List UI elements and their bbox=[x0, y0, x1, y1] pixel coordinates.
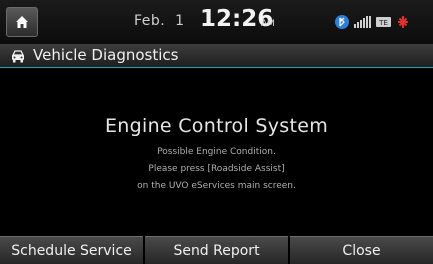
action-bar: Schedule Service Send Report Close bbox=[0, 236, 433, 264]
title-bar: Vehicle Diagnostics bbox=[0, 44, 433, 68]
message-line-2: Please press [Roadside Assist] bbox=[148, 164, 285, 174]
home-icon bbox=[16, 16, 28, 28]
bluetooth-icon bbox=[335, 15, 349, 29]
status-icons: TE bbox=[335, 15, 408, 29]
message-line-1: Possible Engine Condition. bbox=[157, 147, 276, 157]
signal-icon bbox=[354, 16, 371, 28]
send-report-button[interactable]: Send Report bbox=[145, 236, 288, 264]
diagnostic-message: Engine Control System Possible Engine Co… bbox=[0, 68, 433, 236]
message-heading: Engine Control System bbox=[104, 115, 329, 137]
svg-text:TE: TE bbox=[378, 19, 388, 27]
page-title: Vehicle Diagnostics bbox=[33, 46, 179, 64]
diagnostics-screen: Feb. 1 12:26 AM TE Vehicle Diagnostics E… bbox=[0, 0, 433, 264]
status-date: Feb. 1 bbox=[134, 13, 185, 29]
schedule-service-button[interactable]: Schedule Service bbox=[0, 236, 143, 264]
status-ampm: AM bbox=[261, 19, 275, 29]
network-icon: TE bbox=[376, 17, 391, 27]
message-line-3: on the UVO eServices main screen. bbox=[137, 181, 296, 191]
status-bar: Feb. 1 12:26 AM TE bbox=[0, 0, 433, 44]
close-button[interactable]: Close bbox=[290, 236, 433, 264]
home-button[interactable] bbox=[6, 7, 38, 37]
car-icon bbox=[11, 50, 25, 63]
alert-icon bbox=[398, 16, 408, 28]
